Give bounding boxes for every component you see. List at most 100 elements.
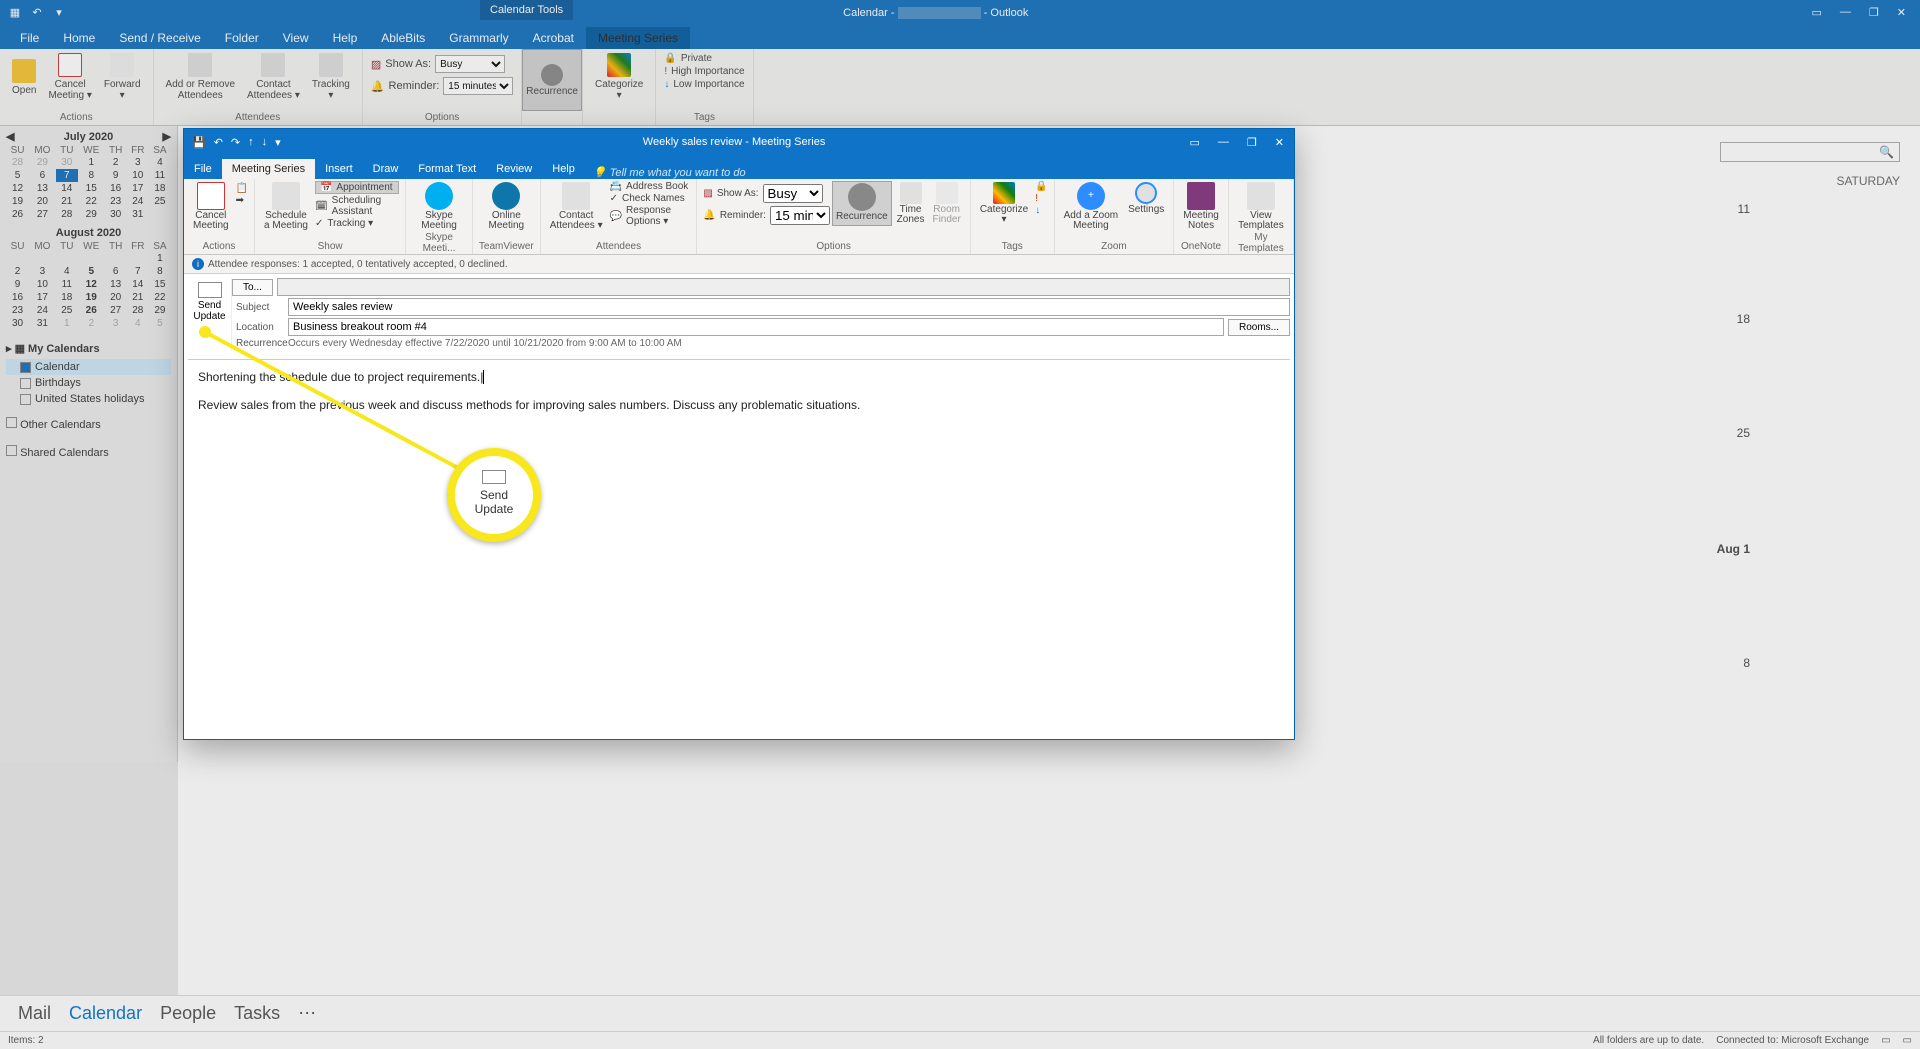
cal-day[interactable]: 1 [56,317,78,330]
contact-attendees-button[interactable]: Contact Attendees ▾ [547,181,606,232]
next-item-icon[interactable]: ↓ [262,136,268,149]
to-field[interactable] [277,278,1290,296]
low-importance-button[interactable]: ↓Low Importance [664,79,744,90]
main-tab-ablebits[interactable]: AbleBits [369,27,437,49]
view-templates-button[interactable]: View Templates [1235,181,1287,232]
cal-day[interactable]: 21 [127,291,149,304]
main-tab-file[interactable]: File [8,27,51,49]
contact-attendees-button[interactable]: Contact Attendees ▾ [243,51,304,103]
cal-day[interactable]: 2 [78,317,105,330]
online-meeting-button[interactable]: Online Meeting [479,181,534,232]
save-icon[interactable]: 💾 [192,136,206,149]
cal-day[interactable]: 5 [78,265,105,278]
forward-icon[interactable]: ➡ [236,195,248,206]
ribbon-display-icon[interactable]: ▭ [1190,136,1200,149]
cal-day[interactable]: 17 [29,291,56,304]
calendar-list-item[interactable]: Calendar [6,359,171,375]
minicalendar-august[interactable]: August 2020 SUMOTUWETHFRSA12345678910111… [0,223,177,332]
high-importance-button[interactable]: !High Importance [664,66,744,77]
day-cell[interactable]: 8 [1743,656,1750,670]
send-update-button[interactable]: Send Update [188,278,232,351]
maximize-icon[interactable]: ❐ [1247,136,1257,149]
cal-day[interactable]: 4 [127,317,149,330]
redo-icon[interactable]: ↷ [231,136,240,149]
cal-day[interactable]: 9 [105,169,127,182]
tell-me-search[interactable]: 💡 Tell me what you want to do [593,166,746,179]
cal-day[interactable]: 21 [56,195,78,208]
cal-day[interactable]: 20 [105,291,127,304]
private-toggle[interactable]: 🔒Private [664,53,744,64]
cal-day[interactable]: 6 [29,169,56,182]
day-cell[interactable]: 11 [1738,202,1750,216]
qat-customize-icon[interactable]: ▾ [52,6,66,20]
cal-day[interactable]: 27 [105,304,127,317]
next-month-icon[interactable]: ▶ [163,130,171,143]
skype-meeting-button[interactable]: Skype Meeting [412,181,466,232]
cal-day[interactable]: 16 [105,182,127,195]
cal-day[interactable]: 22 [149,291,171,304]
high-importance-icon[interactable]: ! [1035,193,1047,204]
copy-icon[interactable]: 📋 [236,183,248,194]
cal-day[interactable]: 18 [56,291,78,304]
schedule-meeting-button[interactable]: Schedule a Meeting [261,181,311,232]
cal-day[interactable]: 8 [149,265,171,278]
cal-day[interactable]: 2 [6,265,29,278]
cal-day[interactable]: 12 [78,278,105,291]
cal-day[interactable]: 11 [56,278,78,291]
cal-day[interactable]: 24 [29,304,56,317]
meeting-notes-button[interactable]: Meeting Notes [1180,181,1222,232]
main-tab-send-receive[interactable]: Send / Receive [107,27,212,49]
categorize-button[interactable]: Categorize ▾ [977,181,1031,226]
cal-day[interactable]: 9 [6,278,29,291]
rooms-button[interactable]: Rooms... [1228,319,1290,336]
location-field[interactable] [288,318,1224,336]
close-icon[interactable]: ✕ [1275,136,1284,149]
search-icon[interactable]: 🔍 [1879,145,1894,159]
meeting-tab-meeting-series[interactable]: Meeting Series [222,159,315,179]
recurrence-button[interactable]: Recurrence [522,49,582,111]
minimize-icon[interactable]: — [1218,136,1229,149]
response-options-button[interactable]: 💬Response Options ▾ [610,205,691,227]
meeting-tab-draw[interactable]: Draw [363,159,409,179]
meeting-tab-help[interactable]: Help [542,159,585,179]
cal-day[interactable]: 19 [78,291,105,304]
address-book-button[interactable]: 📇Address Book [610,181,691,192]
cal-day[interactable]: 26 [6,208,29,221]
time-zones-button[interactable]: Time Zones [894,181,928,226]
cal-day[interactable]: 14 [127,278,149,291]
shared-calendars-header[interactable]: Shared Calendars [6,435,171,463]
cal-day[interactable]: 5 [6,169,29,182]
cal-day[interactable] [105,252,127,265]
main-tab-meeting-series[interactable]: Meeting Series [586,27,690,49]
reminder-combo[interactable]: 15 minutes [443,77,513,95]
day-cell[interactable]: 18 [1737,312,1750,326]
cal-day[interactable]: 27 [29,208,56,221]
main-tab-folder[interactable]: Folder [213,27,271,49]
cal-day[interactable]: 18 [149,182,171,195]
cal-day[interactable]: 25 [56,304,78,317]
cal-day[interactable]: 13 [105,278,127,291]
cal-day[interactable]: 5 [149,317,171,330]
other-calendars-header[interactable]: Other Calendars [6,407,171,435]
recurrence-button[interactable]: Recurrence [832,181,892,226]
cal-day[interactable]: 16 [6,291,29,304]
ribbon-display-icon[interactable]: ▭ [1812,6,1822,19]
cal-day[interactable]: 26 [78,304,105,317]
cal-day[interactable]: 4 [56,265,78,278]
cal-day[interactable]: 30 [105,208,127,221]
cal-day[interactable] [127,252,149,265]
main-tab-view[interactable]: View [271,27,321,49]
cal-day[interactable]: 7 [127,265,149,278]
cal-day[interactable]: 12 [6,182,29,195]
check-names-button[interactable]: ✓Check Names [610,193,691,204]
search-input[interactable] [1720,142,1900,162]
cal-day[interactable] [56,252,78,265]
cal-day[interactable]: 14 [56,182,78,195]
cal-day[interactable] [29,252,56,265]
reminder-combo[interactable]: 15 minutes [770,206,830,225]
meeting-tab-review[interactable]: Review [486,159,542,179]
cal-day[interactable]: 15 [78,182,105,195]
add-zoom-meeting-button[interactable]: +Add a Zoom Meeting [1061,181,1121,232]
cal-day[interactable]: 1 [149,252,171,265]
tracking-button[interactable]: ✓Tracking ▾ [315,218,399,229]
